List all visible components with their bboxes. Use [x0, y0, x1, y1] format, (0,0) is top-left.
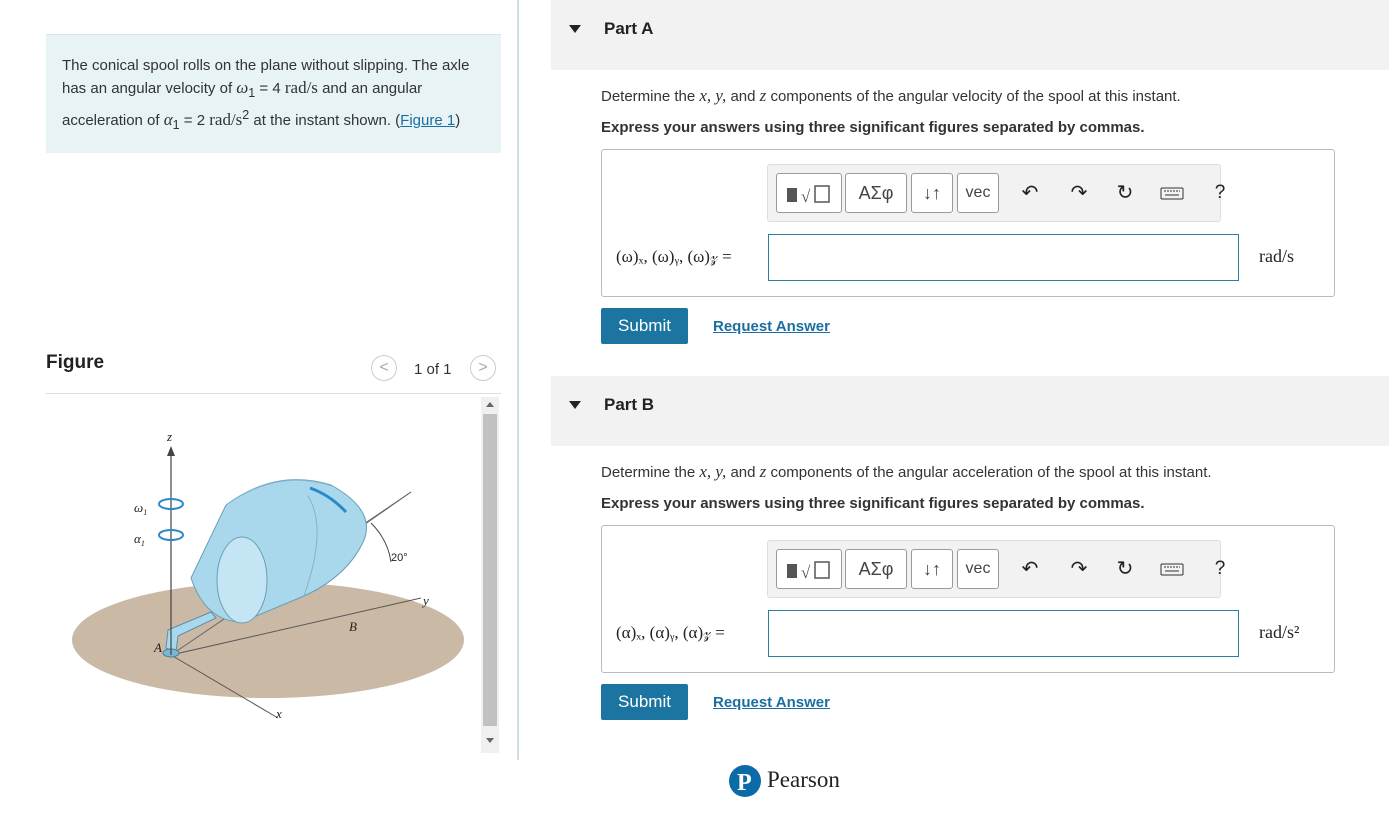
part-a-answer-label: (ω)ₓ, (ω)ᵧ, (ω)𝓏 = [616, 247, 732, 266]
column-divider [517, 0, 519, 760]
chevron-right-icon: > [478, 359, 488, 376]
figure-link[interactable]: Figure 1 [400, 112, 455, 129]
part-a-math-toolbar: √ ΑΣφ ↓↑ vec ↶ ↷ ↻ ? [767, 164, 1225, 222]
vector-icon: vec [965, 184, 991, 201]
pearson-brand: Pearson [767, 767, 840, 792]
keyboard-icon[interactable] [1160, 181, 1184, 205]
spool-figure: z ω1 α1 20° y A B x [72, 429, 464, 721]
part-b-submit-button[interactable]: Submit [601, 684, 688, 720]
templates-button[interactable]: √ [776, 549, 842, 589]
vector-button[interactable]: vec [957, 173, 999, 213]
part-b-unit: rad/s² [1259, 622, 1300, 642]
part-b-answer-input[interactable] [768, 610, 1239, 657]
part-b-instruction: Express your answers using three signifi… [601, 495, 1145, 512]
y-label: y [421, 593, 429, 608]
point-b-label: B [349, 619, 357, 634]
greek-icon: ΑΣφ [858, 559, 894, 579]
figure-divider [46, 393, 501, 394]
x-label: x [275, 706, 282, 721]
subscript-icon: ↓↑ [923, 183, 941, 203]
collapse-triangle-icon[interactable] [569, 25, 581, 33]
point-a-label: A [153, 640, 162, 655]
z-label: z [166, 429, 172, 444]
part-a-unit: rad/s [1259, 246, 1294, 266]
greek-button[interactable]: ΑΣφ [845, 173, 907, 213]
scroll-up-icon[interactable] [486, 402, 494, 407]
cone-small-end [216, 536, 268, 624]
figure-title: Figure [46, 352, 105, 373]
next-figure-button[interactable]: > [470, 355, 496, 381]
part-b-question: Determine the x, y, and z components of … [601, 462, 1212, 481]
part-b-title: Part B [604, 395, 655, 414]
alpha-label: α1 [134, 531, 145, 548]
part-a-instruction: Express your answers using three signifi… [601, 119, 1145, 136]
redo-icon[interactable]: ↷ [1067, 557, 1091, 581]
subscript-button[interactable]: ↓↑ [911, 173, 953, 213]
scrollbar-thumb[interactable] [483, 414, 497, 726]
part-b-header[interactable] [551, 376, 1389, 446]
part-a-title: Part A [604, 19, 654, 38]
templates-icon: √ [787, 561, 830, 582]
undo-icon[interactable]: ↶ [1018, 181, 1042, 205]
help-icon[interactable]: ? [1208, 181, 1232, 205]
part-b-answer-label: (α)ₓ, (α)ᵧ, (α)𝓏 = [616, 623, 725, 642]
problem-statement: The conical spool rolls on the plane wit… [46, 34, 501, 153]
part-b-math-toolbar: √ ΑΣφ ↓↑ vec ↶ ↷ ↻ ? [767, 540, 1225, 598]
greek-button[interactable]: ΑΣφ [845, 549, 907, 589]
pearson-logo-icon: P [729, 765, 761, 797]
part-b-request-answer-link[interactable]: Request Answer [713, 694, 830, 711]
reset-icon[interactable]: ↻ [1113, 181, 1137, 205]
templates-button[interactable]: √ [776, 173, 842, 213]
svg-text:P: P [737, 770, 752, 796]
vector-icon: vec [965, 560, 991, 577]
subscript-icon: ↓↑ [923, 559, 941, 579]
angle-label: 20° [391, 552, 408, 564]
collapse-triangle-icon[interactable] [569, 401, 581, 409]
part-a-header[interactable] [551, 0, 1389, 70]
chevron-left-icon: < [379, 359, 389, 376]
templates-icon: √ [787, 185, 830, 206]
problem-text: The conical spool rolls on the plane wit… [62, 57, 470, 132]
part-a-submit-button[interactable]: Submit [601, 308, 688, 344]
part-a-question: Determine the x, y, and z components of … [601, 86, 1181, 105]
svg-text:√: √ [801, 187, 811, 206]
vector-button[interactable]: vec [957, 549, 999, 589]
prev-figure-button[interactable]: < [371, 355, 397, 381]
keyboard-icon[interactable] [1160, 557, 1184, 581]
reset-icon[interactable]: ↻ [1113, 557, 1137, 581]
part-a-answer-input[interactable] [768, 234, 1239, 281]
greek-icon: ΑΣφ [858, 183, 894, 203]
svg-text:√: √ [801, 563, 811, 582]
help-icon[interactable]: ? [1208, 557, 1232, 581]
scroll-down-icon[interactable] [486, 738, 494, 743]
omega-label: ω1 [134, 500, 147, 517]
part-a-request-answer-link[interactable]: Request Answer [713, 318, 830, 335]
undo-icon[interactable]: ↶ [1018, 557, 1042, 581]
subscript-button[interactable]: ↓↑ [911, 549, 953, 589]
figure-pager-text: 1 of 1 [414, 361, 452, 378]
redo-icon[interactable]: ↷ [1067, 181, 1091, 205]
